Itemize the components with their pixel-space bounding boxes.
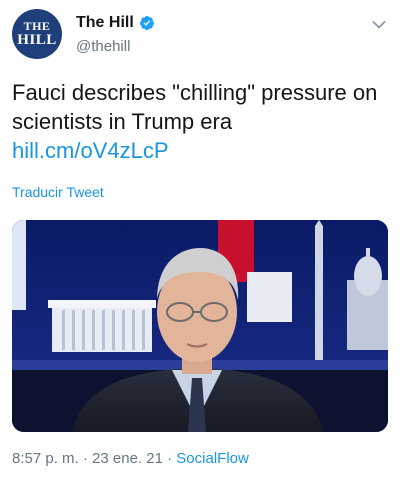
tweet-header: The Hill @thehill — [76, 13, 370, 55]
tweet-meta: 8:57 p. m. · 23 ene. 21 · SocialFlow — [12, 450, 249, 467]
tweet-body: Fauci describes "chilling" pressure on s… — [12, 80, 378, 134]
name-row: The Hill — [76, 13, 370, 33]
meta-separator: · — [162, 450, 177, 467]
tweet-card: THE HILL The Hill @thehill Fauci describ… — [0, 0, 400, 479]
tweet-source[interactable]: SocialFlow — [176, 450, 249, 467]
avatar-text-line2: HILL — [17, 31, 57, 48]
verified-badge-icon — [139, 15, 155, 31]
tweet-link[interactable]: hill.cm/oV4zLcP — [12, 138, 169, 163]
video-still-illustration — [12, 220, 388, 432]
translate-tweet-link[interactable]: Traducir Tweet — [12, 184, 104, 200]
chevron-down-icon[interactable] — [372, 17, 386, 29]
meta-separator: · — [78, 450, 93, 467]
tweet-media-image[interactable] — [12, 220, 388, 432]
account-name[interactable]: The Hill — [76, 14, 134, 32]
account-handle[interactable]: @thehill — [76, 38, 370, 55]
tweet-date[interactable]: 23 ene. 21 — [92, 450, 163, 467]
tweet-time[interactable]: 8:57 p. m. — [12, 450, 79, 467]
tweet-text: Fauci describes "chilling" pressure on s… — [12, 78, 390, 165]
avatar-text-line1: THE — [23, 19, 51, 34]
avatar[interactable]: THE HILL — [12, 9, 62, 59]
